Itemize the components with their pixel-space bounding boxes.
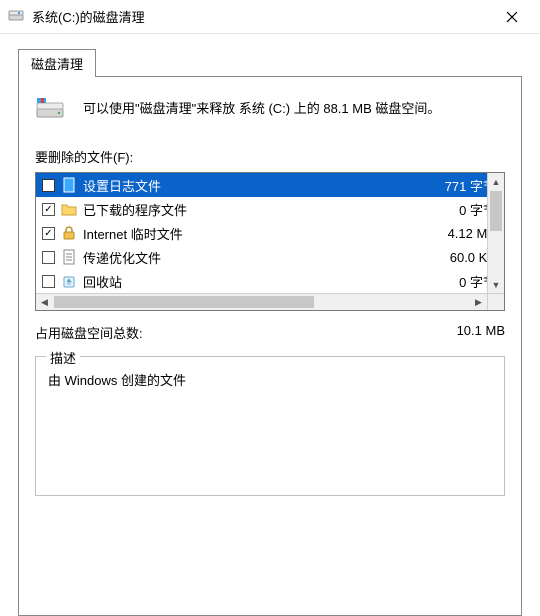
window-title: 系统(C:)的磁盘清理 <box>32 7 492 26</box>
drive-icon <box>35 93 67 125</box>
dialog-content: 磁盘清理 可以使用"磁盘清理"来释放 系统 (C:) 上的 88.1 MB 磁盘… <box>0 34 540 616</box>
list-item[interactable]: 传递优化文件60.0 KB <box>36 245 504 269</box>
disk-cleanup-icon <box>8 9 24 25</box>
vertical-scrollbar[interactable]: ▲ ▼ <box>487 173 504 293</box>
scroll-right-arrow-icon[interactable]: ▶ <box>470 294 487 310</box>
scroll-down-arrow-icon[interactable]: ▼ <box>488 276 504 293</box>
total-value: 10.1 MB <box>457 323 505 342</box>
files-to-delete-label: 要删除的文件(F): <box>35 147 505 166</box>
folder-icon <box>61 201 77 217</box>
list-item[interactable]: ✓Internet 临时文件4.12 MB <box>36 221 504 245</box>
checkbox[interactable] <box>42 179 55 192</box>
file-list[interactable]: 设置日志文件771 字节✓已下载的程序文件0 字节✓Internet 临时文件4… <box>36 173 504 293</box>
tab-strip: 磁盘清理 <box>18 48 522 76</box>
total-row: 占用磁盘空间总数: 10.1 MB <box>35 323 505 342</box>
file-name: 设置日志文件 <box>83 176 445 195</box>
vertical-scroll-thumb[interactable] <box>490 191 502 231</box>
horizontal-scroll-track[interactable] <box>315 294 470 310</box>
intro-message: 可以使用"磁盘清理"来释放 系统 (C:) 上的 88.1 MB 磁盘空间。 <box>83 99 440 120</box>
list-item[interactable]: ✓已下载的程序文件0 字节 <box>36 197 504 221</box>
description-group: 描述 由 Windows 创建的文件 <box>35 356 505 496</box>
scrollbar-corner <box>487 294 504 310</box>
list-item[interactable]: 回收站0 字节 <box>36 269 504 293</box>
intro-row: 可以使用"磁盘清理"来释放 系统 (C:) 上的 88.1 MB 磁盘空间。 <box>35 93 505 125</box>
checkbox[interactable] <box>42 251 55 264</box>
vertical-scroll-track[interactable] <box>488 232 504 276</box>
total-label: 占用磁盘空间总数: <box>35 323 457 342</box>
description-text: 由 Windows 创建的文件 <box>48 371 492 392</box>
file-name: 回收站 <box>83 272 459 291</box>
file-name: Internet 临时文件 <box>83 224 448 243</box>
checkbox[interactable]: ✓ <box>42 203 55 216</box>
checkbox[interactable] <box>42 275 55 288</box>
file-list-container: 设置日志文件771 字节✓已下载的程序文件0 字节✓Internet 临时文件4… <box>35 172 505 311</box>
horizontal-scroll-thumb[interactable] <box>54 296 314 308</box>
file-name: 传递优化文件 <box>83 248 450 267</box>
checkbox[interactable]: ✓ <box>42 227 55 240</box>
file-name: 已下载的程序文件 <box>83 200 459 219</box>
lock-icon <box>61 225 77 241</box>
scroll-up-arrow-icon[interactable]: ▲ <box>488 173 504 190</box>
horizontal-scrollbar[interactable]: ◀ ▶ <box>36 293 504 310</box>
page-icon <box>61 249 77 265</box>
description-legend: 描述 <box>46 348 80 367</box>
tab-disk-cleanup[interactable]: 磁盘清理 <box>18 49 96 77</box>
title-bar: 系统(C:)的磁盘清理 <box>0 0 540 34</box>
page-blue-icon <box>61 177 77 193</box>
scroll-left-arrow-icon[interactable]: ◀ <box>36 294 53 310</box>
list-item[interactable]: 设置日志文件771 字节 <box>36 173 504 197</box>
close-icon <box>506 11 518 23</box>
recycle-icon <box>61 273 77 289</box>
close-button[interactable] <box>492 2 532 32</box>
tab-panel: 可以使用"磁盘清理"来释放 系统 (C:) 上的 88.1 MB 磁盘空间。 要… <box>18 76 522 616</box>
